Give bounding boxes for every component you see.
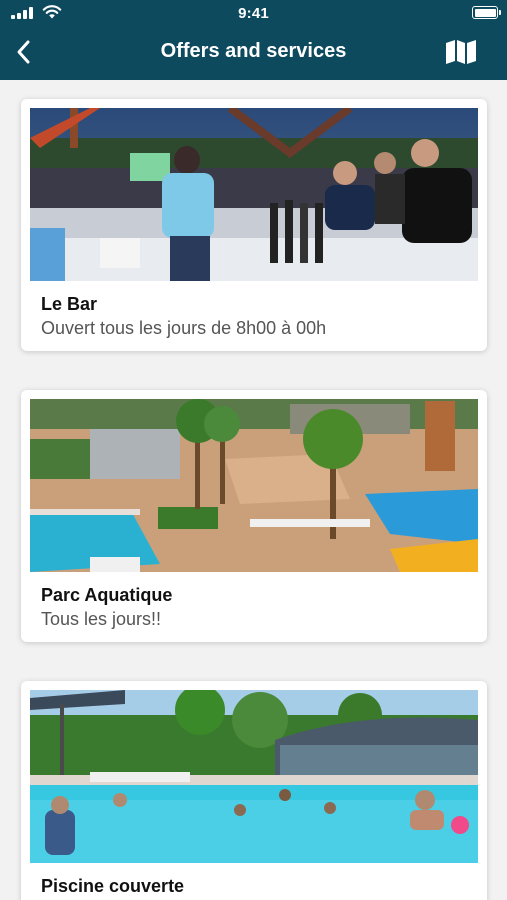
water-park-photo — [30, 399, 478, 572]
offer-title: Le Bar — [41, 294, 98, 314]
navigation-header: 9:41 Offers and services — [0, 0, 507, 80]
offer-title: Parc Aquatique — [41, 585, 173, 605]
offer-subtitle: Tous les jours!! — [41, 609, 162, 629]
bar-photo — [30, 108, 478, 281]
map-button[interactable] — [445, 38, 477, 66]
offer-card-bar[interactable]: Le Bar Ouvert tous les jours de 8h00 à 0… — [21, 99, 487, 351]
battery-icon — [472, 6, 501, 19]
back-button[interactable] — [8, 36, 40, 68]
status-bar: 9:41 — [0, 0, 507, 28]
offer-card-covered-pool[interactable]: Piscine couverte — [21, 681, 487, 900]
app-screen: 9:41 Offers and services Le Bar Ouvert t… — [0, 0, 507, 900]
offer-card-water-park[interactable]: Parc Aquatique Tous les jours!! — [21, 390, 487, 642]
chevron-left-icon — [17, 40, 30, 64]
page-title: Offers and services — [160, 40, 347, 62]
map-icon — [446, 40, 476, 64]
offer-subtitle: Ouvert tous les jours de 8h00 à 00h — [41, 318, 327, 338]
offer-title: Piscine couverte — [41, 876, 185, 896]
status-time: 9:41 — [238, 5, 269, 22]
covered-pool-photo — [30, 690, 478, 863]
